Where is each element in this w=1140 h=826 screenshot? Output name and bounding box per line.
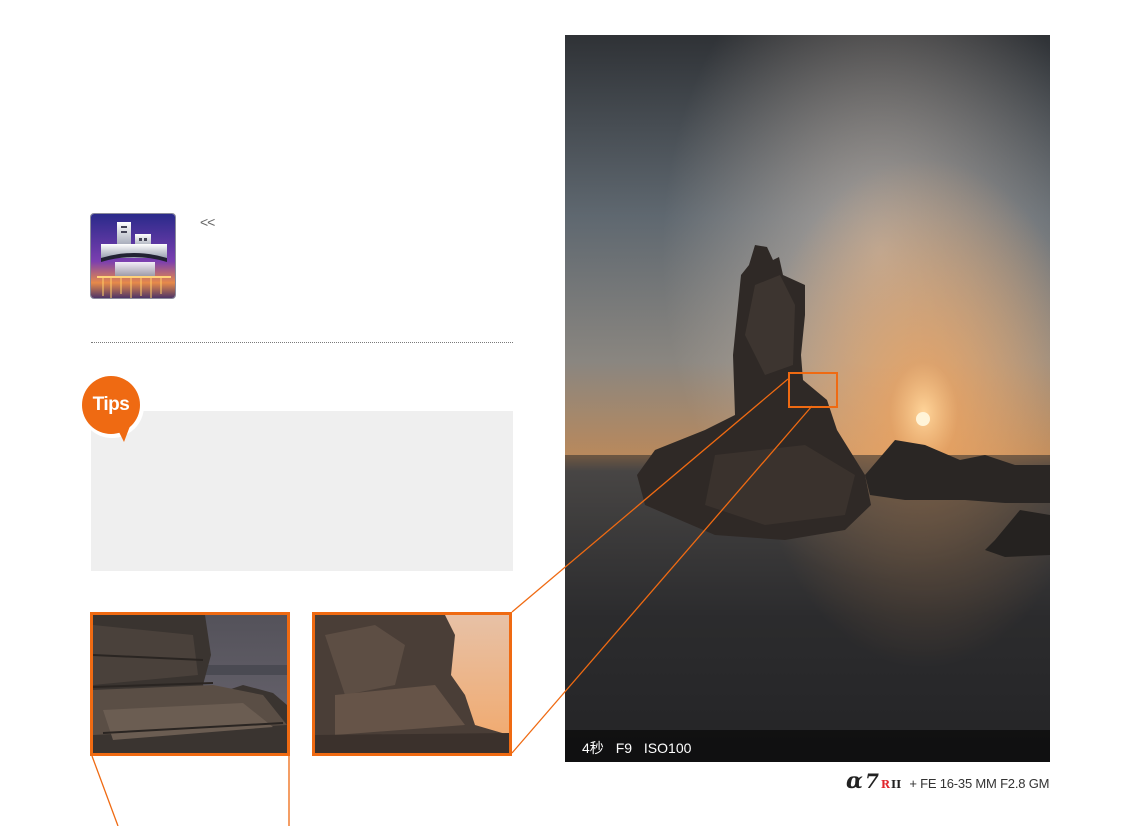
tips-badge: Tips [78,372,148,446]
exif-aperture: F9 [615,740,633,756]
tips-content-box [91,411,513,571]
camera-caption: α 7 R II + FE 16-35 MM F2.8 GM [846,768,1050,794]
tips-badge-label: Tips [92,394,130,415]
exif-iso: ISO100 [643,740,692,756]
camera-model-number: 7 [864,769,879,793]
night-scene-building-icon [90,213,176,299]
exif-shutter: 4秒 [582,740,604,756]
detail-thumbnail-1 [90,612,290,756]
connector-line-thumb-left [91,755,119,826]
detail-thumbnail-2 [312,612,512,756]
exif-info: 4秒 F9 ISO100 [582,738,699,758]
camera-model-r: R [880,778,891,791]
dotted-divider [91,342,513,343]
zoom-marker [788,372,838,408]
camera-model-ii: II [891,778,902,791]
camera-alpha-logo: α [846,768,863,794]
double-chevron-left-icon[interactable]: << [200,214,215,230]
lens-caption: + FE 16-35 MM F2.8 GM [909,776,1050,791]
